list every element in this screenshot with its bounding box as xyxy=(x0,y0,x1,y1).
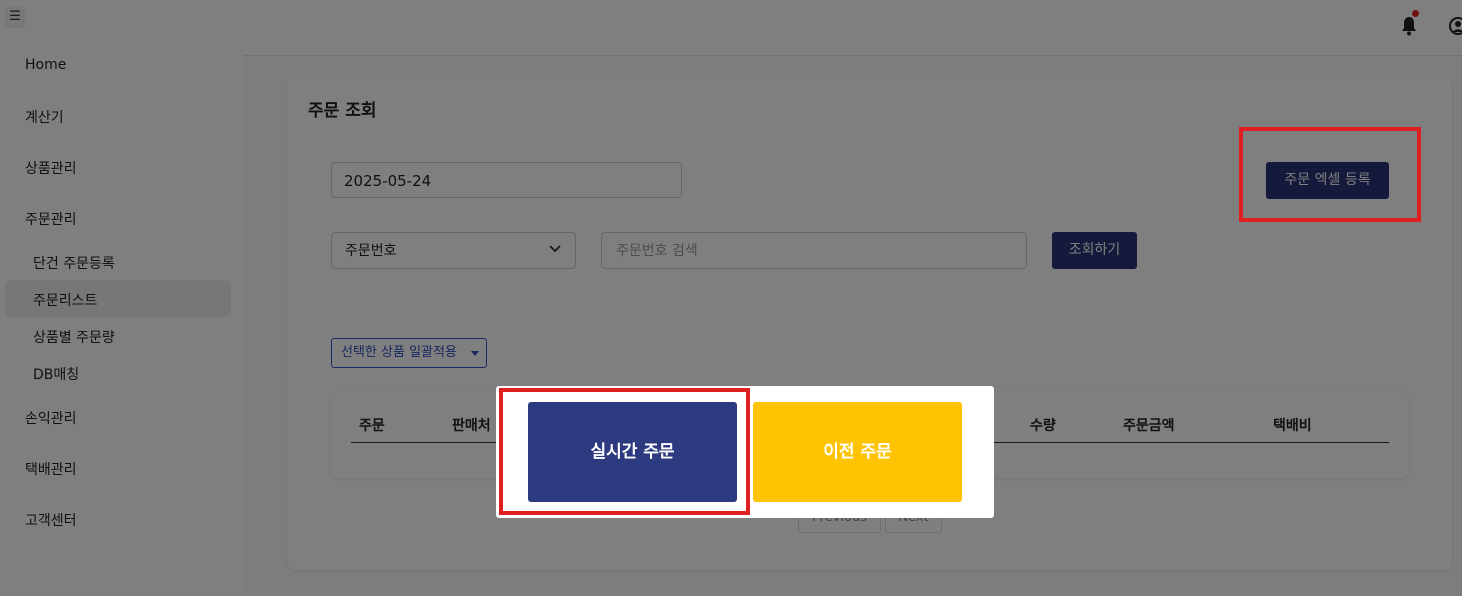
highlight-box-realtime-button xyxy=(499,388,750,515)
highlight-box-excel-button xyxy=(1239,127,1421,222)
previous-order-button[interactable]: 이전 주문 xyxy=(753,402,962,502)
